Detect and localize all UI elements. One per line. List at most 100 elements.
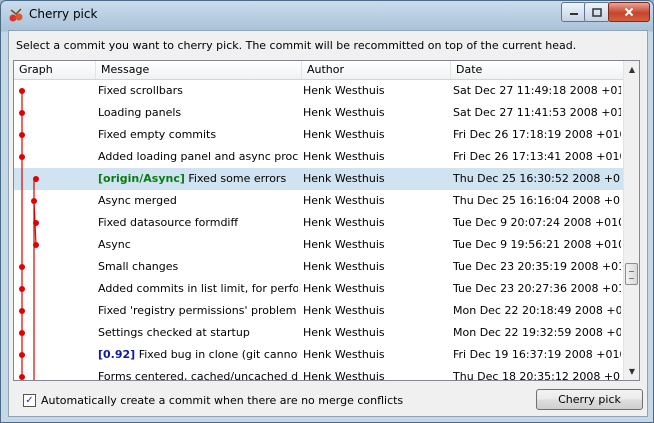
commit-message: Fixed scrollbars [98,80,298,102]
commit-author: Henk Westhuis [303,238,385,251]
commit-message: Settings checked at startup [98,322,298,344]
commit-author: Henk Westhuis [303,348,385,361]
commit-message: Async [98,234,298,256]
auto-commit-checkbox[interactable]: ✓ [23,394,36,407]
commit-date: Sat Dec 27 11:49:18 2008 +0100 [453,84,621,97]
scroll-up-arrow-icon[interactable]: ▲ [624,61,639,78]
commit-date: Mon Dec 22 20:18:49 2008 +0100 [453,304,621,317]
commit-row[interactable]: Settings checked at startup Henk Westhuis… [14,322,623,344]
commit-author: Henk Westhuis [303,216,385,229]
maximize-button[interactable] [584,2,610,22]
commit-author: Henk Westhuis [303,326,385,339]
graph-commit-dot [19,132,25,138]
close-button[interactable] [608,2,650,22]
commit-message: Async merged [98,190,298,212]
commit-author: Henk Westhuis [303,194,385,207]
commit-author: Henk Westhuis [303,304,385,317]
column-header-date[interactable]: Date [451,61,623,79]
graph-commit-dot [31,198,37,204]
commit-row[interactable]: Added commits in list limit, for perform… [14,278,623,300]
graph-commit-dot [19,330,25,336]
commit-author: Henk Westhuis [303,128,385,141]
dialog-body: Select a commit you want to cherry pick.… [8,30,648,417]
commit-date: Mon Dec 22 19:32:59 2008 +0100 [453,326,621,339]
commit-author: Henk Westhuis [303,106,385,119]
commit-author: Henk Westhuis [303,370,385,381]
commit-row[interactable]: Added loading panel and async process Hen… [14,146,623,168]
commit-message-text: Fixed empty commits [98,128,217,141]
graph-commit-dot [19,308,25,314]
commit-message-text: Fixed some errors [184,172,287,185]
commit-message-text: Fixed scrollbars [98,84,183,97]
commit-row[interactable]: [origin/Async] Fixed some errors Henk Wes… [14,168,623,190]
window-title: Cherry pick [29,7,98,21]
commit-row[interactable]: Loading panels Henk Westhuis Sat Dec 27 11… [14,102,623,124]
maximize-icon [592,7,602,17]
title-bar: Cherry pick [1,1,653,29]
commit-author: Henk Westhuis [303,260,385,273]
commit-row[interactable]: Fixed 'registry permissions' problem Henk… [14,300,623,322]
commit-ref-tag: [0.92] [98,348,136,361]
commit-date: Tue Dec 9 19:56:21 2008 +0100 [453,238,621,251]
commit-message-text: Added commits in list limit, for perform… [98,282,298,295]
commit-message-text: Fixed bug in clone (git cannot work [138,348,298,361]
commit-row[interactable]: Small changes Henk Westhuis Tue Dec 23 20:… [14,256,623,278]
vertical-scrollbar[interactable]: ▲ ▼ [623,61,639,380]
close-icon [624,7,634,17]
commit-message-text: Forms centered, cached/uncached diff fix [98,370,298,381]
graph-commit-dot [19,264,25,270]
column-header-graph[interactable]: Graph [14,61,96,79]
commit-row[interactable]: Async merged Henk Westhuis Thu Dec 25 16:1… [14,190,623,212]
commit-message-text: Added loading panel and async process [98,150,298,163]
graph-commit-dot [33,242,39,248]
scroll-down-arrow-icon[interactable]: ▼ [624,363,639,380]
commit-date: Fri Dec 26 17:18:19 2008 +0100 [453,128,621,141]
commit-date: Tue Dec 23 20:35:19 2008 +0100 [453,260,621,273]
cherry-pick-window: Cherry pick Select a commit you want to … [0,0,654,423]
commit-date: Thu Dec 18 20:35:12 2008 +0100 [453,370,621,381]
commit-rows: Fixed scrollbars Henk Westhuis Sat Dec 27 … [14,80,623,381]
commit-author: Henk Westhuis [303,282,385,295]
commit-date: Fri Dec 26 17:13:41 2008 +0100 [453,150,621,163]
commit-message-text: Loading panels [98,106,182,119]
commit-date: Sat Dec 27 11:41:53 2008 +0100 [453,106,621,119]
graph-commit-dot [33,220,39,226]
grid-header: Graph Message Author Date [14,61,623,80]
commit-message-text: Fixed datasource formdiff [98,216,239,229]
commit-graph [19,88,39,380]
commit-row[interactable]: [0.92] Fixed bug in clone (git cannot wo… [14,344,623,366]
commit-message-text: Async [98,238,131,251]
commit-ref-tag: [origin/Async] [98,172,185,185]
commit-date: Fri Dec 19 16:37:19 2008 +0100 [453,348,621,361]
graph-commit-dot [19,374,25,380]
commit-author: Henk Westhuis [303,84,385,97]
minimize-icon [570,13,578,15]
column-header-message[interactable]: Message [96,61,302,79]
auto-commit-label: Automatically create a commit when there… [41,394,404,407]
instruction-text: Select a commit you want to cherry pick.… [16,39,577,52]
commit-row[interactable]: Fixed scrollbars Henk Westhuis Sat Dec 27 … [14,80,623,102]
commit-grid[interactable]: Graph Message Author Date Fixed scrollba… [13,60,640,381]
graph-commit-dot [19,286,25,292]
commit-message-text: Fixed 'registry permissions' problem [98,304,297,317]
graph-commit-dot [33,176,39,182]
commit-date: Thu Dec 25 16:16:04 2008 +0100 [453,194,621,207]
commit-row[interactable]: Async Henk Westhuis Tue Dec 9 19:56:21 200… [14,234,623,256]
commit-author: Henk Westhuis [303,150,385,163]
commit-message: Forms centered, cached/uncached diff fix [98,366,298,381]
commit-row[interactable]: Fixed empty commits Henk Westhuis Fri Dec … [14,124,623,146]
commit-row[interactable]: Forms centered, cached/uncached diff fix… [14,366,623,381]
graph-commit-dot [19,352,25,358]
column-header-author[interactable]: Author [302,61,451,79]
commit-message-text: Settings checked at startup [98,326,250,339]
cherry-app-icon [9,8,23,22]
commit-message: [origin/Async] Fixed some errors [98,168,298,190]
commit-message: Fixed datasource formdiff [98,212,298,234]
commit-row[interactable]: Fixed datasource formdiff Henk Westhuis Tu… [14,212,623,234]
scroll-thumb[interactable] [625,263,638,285]
commit-message: Small changes [98,256,298,278]
commit-date: Tue Dec 23 20:27:36 2008 +0100 [453,282,621,295]
commit-date: Tue Dec 9 20:07:24 2008 +0100 [453,216,621,229]
cherry-pick-button[interactable]: Cherry pick [536,389,643,410]
commit-message-text: Small changes [98,260,179,273]
